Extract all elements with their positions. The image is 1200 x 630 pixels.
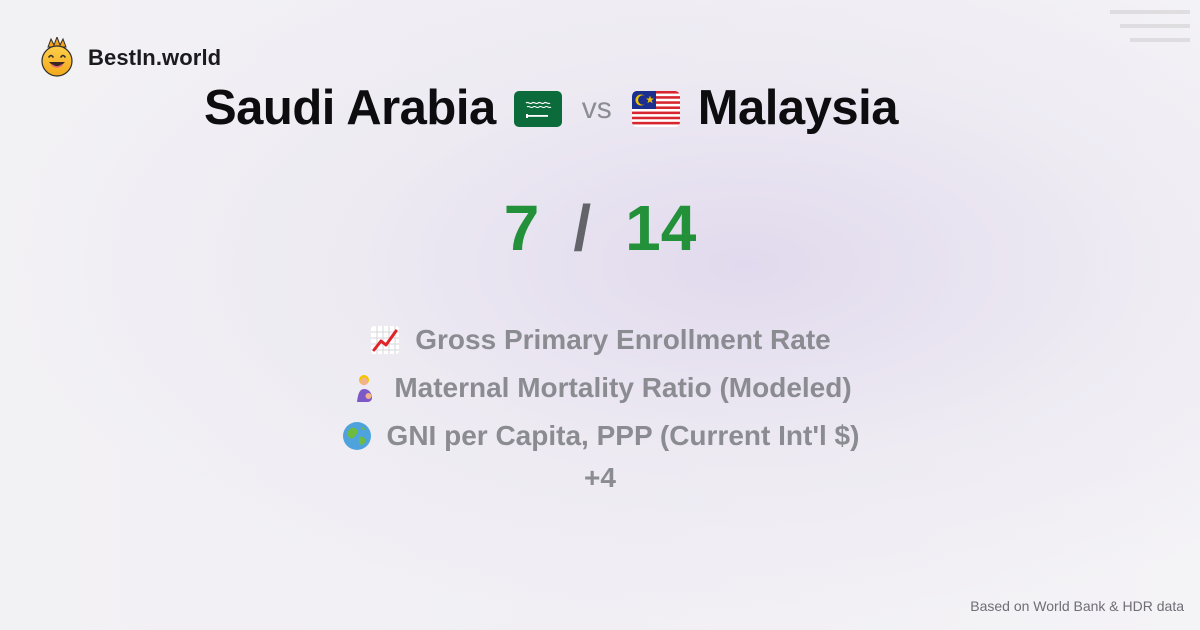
globe-icon — [342, 422, 371, 450]
data-source-note: Based on World Bank & HDR data — [970, 598, 1184, 614]
country-left: Saudi Arabia — [204, 81, 496, 135]
country-right: Malaysia — [697, 81, 899, 135]
crowned-smiley-icon — [41, 37, 73, 77]
metric-label: GNI per Capita, PPP (Current Int'l $) — [386, 420, 860, 451]
more-count[interactable]: +4 — [584, 462, 616, 494]
chart-increasing-icon — [371, 326, 400, 354]
corner-decoration — [1110, 10, 1190, 42]
comparison-headline: Saudi Arabia vs Malaysia — [204, 81, 899, 135]
brand[interactable]: BestIn.world — [38, 37, 221, 79]
score-left: 7 — [503, 192, 540, 264]
saudi-arabia-flag-icon — [513, 90, 562, 127]
metric-label: Gross Primary Enrollment Rate — [415, 324, 831, 355]
brand-name: BestIn.world — [88, 45, 222, 70]
metric-item[interactable]: GNI per Capita, PPP (Current Int'l $) — [341, 412, 860, 460]
vs-label: vs — [581, 91, 612, 125]
score: 7 / 14 — [0, 196, 1200, 260]
metrics-list: Gross Primary Enrollment Rate Maternal M… — [0, 316, 1200, 494]
metric-item[interactable]: Maternal Mortality Ratio (Modeled) — [348, 364, 852, 412]
pregnant-woman-icon — [357, 375, 373, 402]
malaysia-flag-icon — [631, 90, 680, 127]
score-separator: / — [573, 192, 592, 264]
metric-item[interactable]: Gross Primary Enrollment Rate — [369, 316, 831, 364]
metric-label: Maternal Mortality Ratio (Modeled) — [394, 372, 852, 403]
score-right: 14 — [625, 192, 697, 264]
